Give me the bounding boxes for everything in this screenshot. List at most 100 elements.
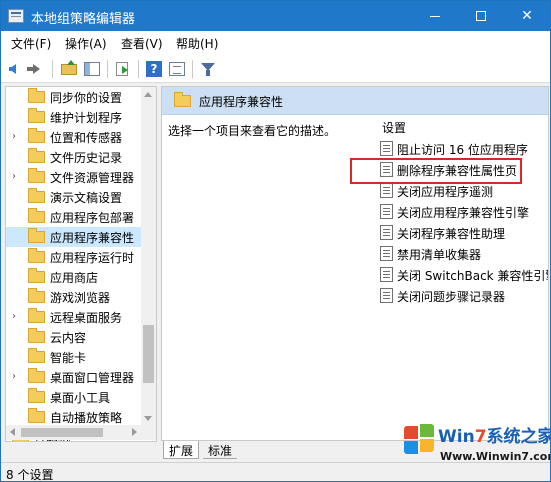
forward-button[interactable] xyxy=(27,59,47,79)
tree-item-location-sensors[interactable]: › 位置和传感器 xyxy=(6,127,141,147)
back-button[interactable] xyxy=(6,59,26,79)
tree-item-autoplay-policies[interactable]: 自动播放策略 xyxy=(6,407,141,427)
folder-up-icon xyxy=(61,60,77,75)
title-bar[interactable]: 本地组策略编辑器 ✕ xyxy=(1,1,550,31)
tree-item-remote-desktop-services[interactable]: › 远程桌面服务 xyxy=(6,307,141,327)
tree-item-app-runtime[interactable]: 应用程序运行时 xyxy=(6,247,141,267)
forward-arrow-icon xyxy=(27,64,40,74)
tree-item-label: 文件资源管理器 xyxy=(50,171,135,185)
setting-label: 禁用清单收集器 xyxy=(397,248,482,262)
logo-quadrant xyxy=(404,426,418,439)
expand-chevron-icon[interactable]: › xyxy=(12,371,16,382)
expand-chevron-icon[interactable]: › xyxy=(12,131,16,142)
setting-label: 阻止访问 16 位应用程序 xyxy=(397,143,528,157)
tree-item-game-explorer[interactable]: 游戏浏览器 xyxy=(6,287,141,307)
toolbar-separator xyxy=(192,60,193,78)
policy-setting-icon xyxy=(380,204,393,219)
folder-icon xyxy=(28,328,45,343)
tree-item-presentation-settings[interactable]: 演示文稿设置 xyxy=(6,187,141,207)
settings-column-header[interactable]: 设置 xyxy=(382,119,406,136)
filter-button[interactable] xyxy=(198,59,218,79)
export-list-icon xyxy=(116,62,128,76)
menu-help[interactable]: 帮助(H) xyxy=(176,35,218,52)
scroll-down-arrow-icon[interactable] xyxy=(144,416,152,421)
menu-view[interactable]: 查看(V) xyxy=(121,35,163,52)
tree-item-label: 桌面小工具 xyxy=(50,391,111,405)
windows-logo-icon xyxy=(394,412,442,460)
red-highlight-annotation xyxy=(350,158,522,184)
setting-disable-inventory-collector[interactable]: 禁用清单收集器 xyxy=(380,243,548,263)
watermark-url: Www.Winwin7.com xyxy=(440,450,551,463)
tree-item-app-package-deployment[interactable]: 应用程序包部署 xyxy=(6,207,141,227)
setting-turn-off-switchback-engine[interactable]: 关闭 SwitchBack 兼容性引擎 xyxy=(380,264,549,284)
tree-item-cloud-content[interactable]: 云内容 xyxy=(6,327,141,347)
description-prompt: 选择一个项目来查看它的描述。 xyxy=(168,124,337,138)
details-title: 应用程序兼容性 xyxy=(199,95,284,109)
tree-item-app-compatibility[interactable]: 应用程序兼容性 xyxy=(6,227,141,247)
setting-label: 关闭程序兼容性助理 xyxy=(397,227,506,241)
folder-icon xyxy=(28,208,45,223)
tree-item-maintenance-scheduler[interactable]: 维护计划程序 xyxy=(6,107,141,127)
tree-item-file-history[interactable]: 文件历史记录 xyxy=(6,147,141,167)
scroll-left-arrow-icon[interactable] xyxy=(10,428,15,436)
tree-item-sync-settings[interactable]: 同步你的设置 xyxy=(6,87,141,107)
tree-item-desktop-gadgets[interactable]: 桌面小工具 xyxy=(6,387,141,407)
tree-item-desktop-window-manager[interactable]: › 桌面窗口管理器 xyxy=(6,367,141,387)
folder-icon xyxy=(28,148,45,163)
watermark-brand-suffix: 系统之家 xyxy=(486,427,551,447)
setting-label: 关闭 SwitchBack 兼容性引擎 xyxy=(397,269,549,283)
tree-item-label: 维护计划程序 xyxy=(50,111,123,125)
maximize-button[interactable] xyxy=(458,1,504,31)
tab-standard[interactable]: 标准 xyxy=(203,441,238,459)
minimize-button[interactable] xyxy=(412,1,458,31)
help-button[interactable]: ? xyxy=(144,59,164,79)
scroll-right-arrow-icon[interactable] xyxy=(132,428,137,436)
folder-icon xyxy=(28,108,45,123)
setting-turn-off-steps-recorder[interactable]: 关闭问题步骤记录器 xyxy=(380,285,548,305)
show-hide-tree-button[interactable] xyxy=(82,59,102,79)
scroll-thumb[interactable] xyxy=(143,325,154,383)
close-button[interactable]: ✕ xyxy=(504,1,550,31)
menu-file[interactable]: 文件(F) xyxy=(11,35,51,52)
toolbar-separator xyxy=(52,60,53,78)
tree-item-label: 同步你的设置 xyxy=(50,91,123,105)
tree-horizontal-scrollbar[interactable] xyxy=(6,425,141,440)
filter-icon xyxy=(201,63,215,76)
expand-chevron-icon[interactable]: › xyxy=(12,171,16,182)
site-watermark: Win7系统之家 Www.Winwin7.com xyxy=(394,406,551,480)
folder-icon xyxy=(28,88,45,103)
setting-label: 关闭问题步骤记录器 xyxy=(397,290,506,304)
setting-turn-off-compat-engine[interactable]: 关闭应用程序兼容性引擎 xyxy=(380,201,548,221)
tree-item-label: 应用程序运行时 xyxy=(50,251,135,265)
tree-item-file-explorer[interactable]: › 文件资源管理器 xyxy=(6,167,141,187)
policy-setting-icon xyxy=(380,225,393,240)
policy-setting-icon xyxy=(380,246,393,261)
toolbar-separator xyxy=(107,60,108,78)
tree-pane[interactable]: 同步你的设置 维护计划程序 › 位置和传感器 文件历史记录 › 文件资源管理器 … xyxy=(5,86,157,442)
close-icon: ✕ xyxy=(521,8,533,24)
export-list-button[interactable] xyxy=(113,59,133,79)
menu-action[interactable]: 操作(A) xyxy=(65,35,107,52)
setting-block-16bit-apps[interactable]: 阻止访问 16 位应用程序 xyxy=(380,138,548,158)
scroll-thumb[interactable] xyxy=(21,428,103,437)
folder-icon xyxy=(28,408,45,423)
tree-item-label: 远程桌面服务 xyxy=(50,311,123,325)
scroll-up-arrow-icon[interactable] xyxy=(144,92,152,97)
expand-chevron-icon[interactable]: › xyxy=(12,311,16,322)
up-one-level-button[interactable] xyxy=(59,59,79,79)
folder-icon xyxy=(28,288,45,303)
properties-button[interactable] xyxy=(167,59,187,79)
tree-item-label: 应用商店 xyxy=(50,271,99,285)
folder-icon xyxy=(28,168,45,183)
tab-extended[interactable]: 扩展 xyxy=(163,441,200,459)
group-policy-editor-window: 本地组策略编辑器 ✕ 文件(F) 操作(A) 查看(V) 帮助(H) ? 同步你… xyxy=(0,0,551,482)
tree-vertical-scrollbar[interactable] xyxy=(141,87,156,425)
tree-item-store[interactable]: 应用商店 xyxy=(6,267,141,287)
tree-item-label: 演示文稿设置 xyxy=(50,191,123,205)
setting-turn-off-compat-assistant[interactable]: 关闭程序兼容性助理 xyxy=(380,222,548,242)
setting-label: 关闭应用程序遥测 xyxy=(397,185,494,199)
properties-icon xyxy=(169,62,185,76)
folder-icon xyxy=(28,308,45,323)
tree-item-label: 文件历史记录 xyxy=(50,151,123,165)
tree-item-smart-card[interactable]: 智能卡 xyxy=(6,347,141,367)
